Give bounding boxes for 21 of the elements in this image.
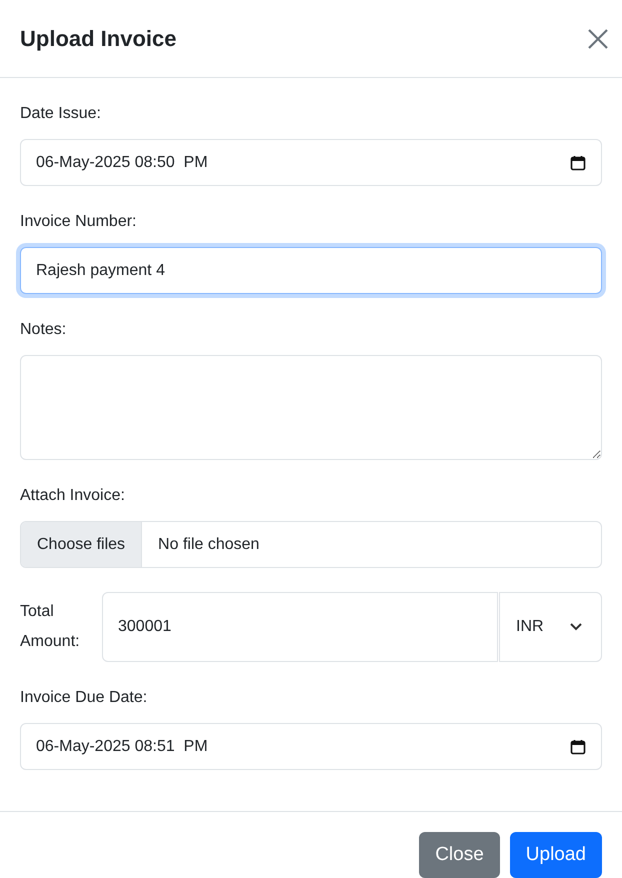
- notes-field[interactable]: [20, 355, 602, 460]
- date-field[interactable]: 06-May-2025 08:51 PM: [20, 723, 602, 770]
- field-label: Notes:: [20, 320, 68, 340]
- date-field[interactable]: 06-May-2025 08:50 PM: [20, 139, 602, 186]
- upload-button[interactable]: Upload: [510, 832, 602, 878]
- amount-field[interactable]: 300001: [102, 592, 498, 662]
- currency-select[interactable]: INR: [499, 592, 602, 662]
- field-label: Invoice Number:: [20, 212, 138, 232]
- close-icon[interactable]: [586, 26, 610, 50]
- choose-files-button[interactable]: Choose files: [21, 522, 142, 567]
- modal-title: Upload Invoice: [20, 25, 176, 53]
- file-name-text: No file chosen: [157, 534, 260, 554]
- calendar-icon[interactable]: [570, 738, 586, 754]
- field-label: Date Issue:: [20, 104, 102, 124]
- field-label: Invoice Due Date:: [20, 688, 148, 708]
- field-label: Total Amount:: [20, 602, 81, 652]
- file-field[interactable]: Choose files No file chosen: [20, 521, 602, 568]
- calendar-icon[interactable]: [570, 154, 586, 170]
- field-label: Attach Invoice:: [20, 486, 126, 506]
- caret-icon: [569, 622, 583, 632]
- close-button[interactable]: Close: [419, 832, 500, 878]
